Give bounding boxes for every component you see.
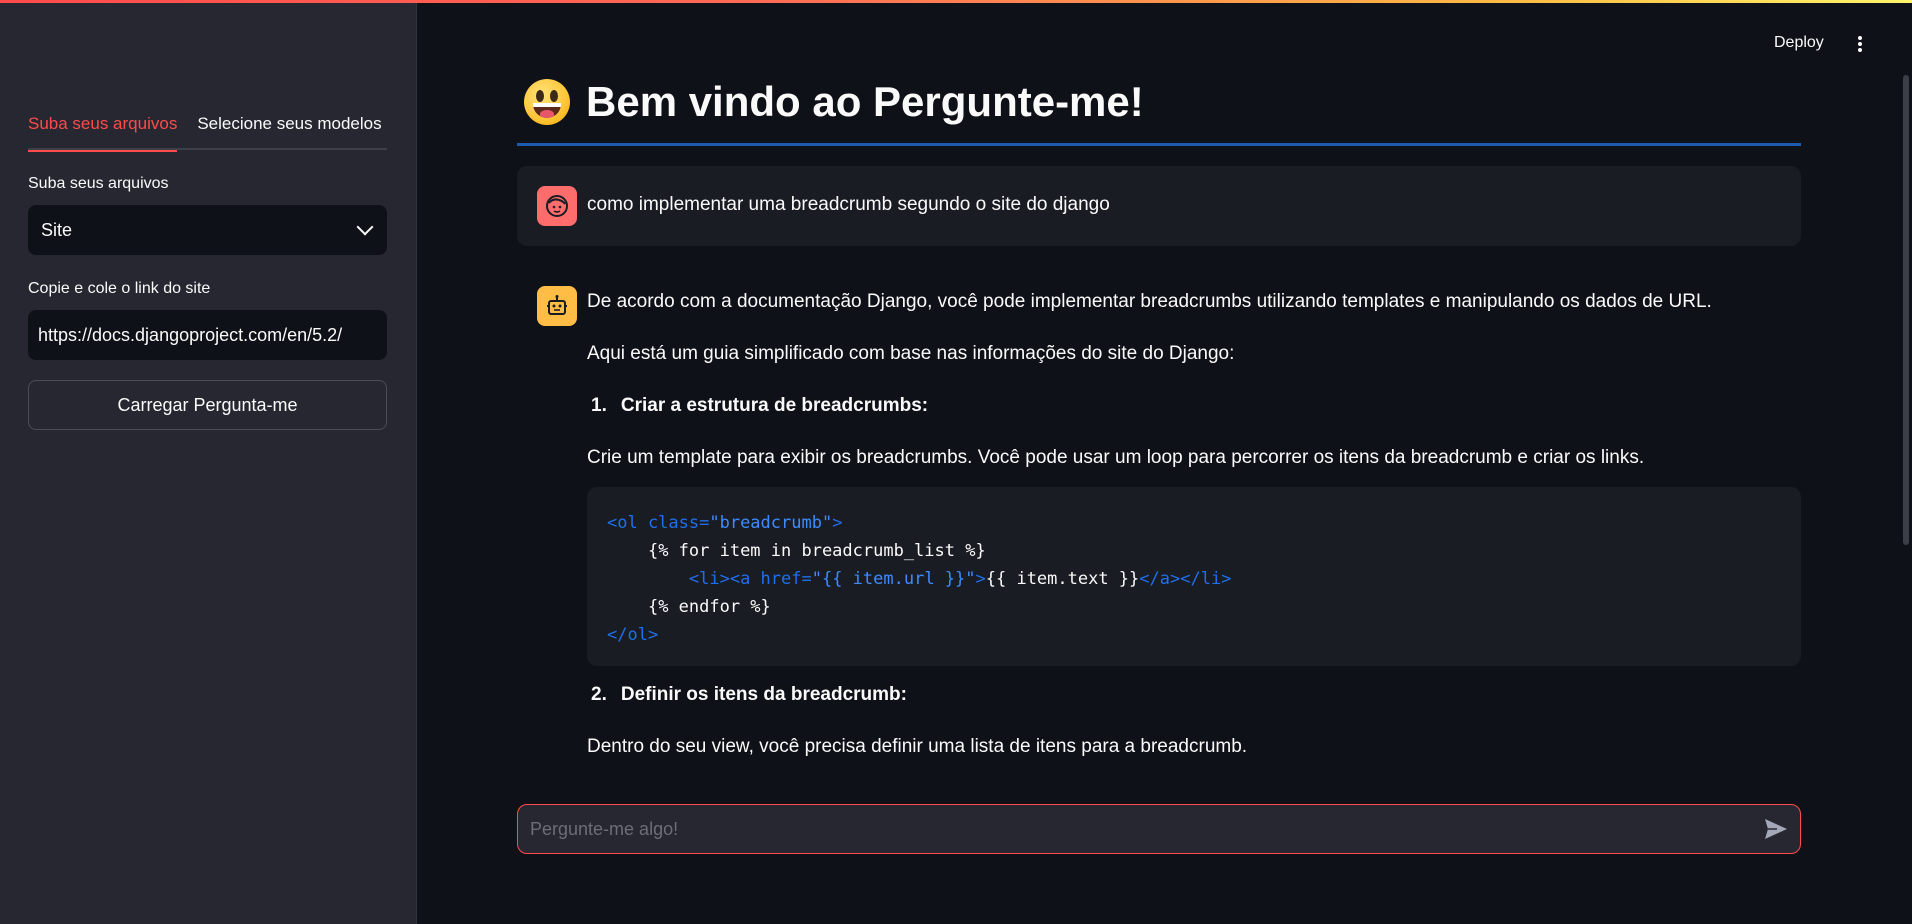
- bot-message: De acordo com a documentação Django, voc…: [587, 290, 1801, 759]
- title-divider: [517, 143, 1801, 146]
- scrollbar-thumb[interactable]: [1903, 75, 1909, 545]
- source-select-value: Site: [41, 219, 73, 240]
- user-message-text: como implementar uma breadcrumb segundo …: [587, 194, 1110, 215]
- chevron-down-icon: [356, 218, 374, 236]
- link-label: Copie e cole o link do site: [28, 280, 211, 297]
- load-button[interactable]: Carregar Pergunta-me: [28, 380, 387, 430]
- upload-label: Suba seus arquivos: [28, 175, 169, 192]
- bot-intro-text: De acordo com a documentação Django, voc…: [587, 291, 1712, 312]
- step-1-number: 1.: [591, 395, 607, 416]
- page-title: Bem vindo ao Pergunte-me!: [586, 78, 1144, 125]
- step-1-text: Crie um template para exibir os breadcru…: [587, 447, 1645, 468]
- code-line: </ol>: [607, 625, 659, 645]
- kebab-menu-icon[interactable]: [1855, 34, 1865, 54]
- chat-input[interactable]: [528, 805, 1728, 853]
- link-input[interactable]: [28, 310, 387, 360]
- bot-guide-text: Aqui está um guia simplificado com base …: [587, 343, 1235, 364]
- code-line: {% endfor %}: [647, 597, 771, 617]
- deploy-button[interactable]: Deploy: [1774, 34, 1824, 52]
- user-avatar-icon: [537, 186, 577, 226]
- code-line: <ol class="breadcrumb">: [607, 513, 843, 533]
- main-scrollbar[interactable]: [1903, 75, 1909, 545]
- tab-select-models[interactable]: Selecione seus modelos: [197, 104, 381, 150]
- chat-input-container: [517, 804, 1801, 854]
- code-block[interactable]: <ol class="breadcrumb"> {% for item in b…: [587, 487, 1801, 666]
- top-decoration-bar: [0, 0, 1912, 3]
- step-1-title: Criar a estrutura de breadcrumbs:: [620, 395, 929, 416]
- tab-upload-files[interactable]: Suba seus arquivos: [28, 104, 178, 152]
- kebab-dot: [1858, 42, 1862, 46]
- kebab-dot: [1858, 36, 1862, 40]
- code-line: {% for item in breadcrumb_list %}: [647, 541, 986, 561]
- source-select[interactable]: Site: [28, 205, 387, 255]
- sidebar: Suba seus arquivos Selecione seus modelo…: [0, 0, 417, 924]
- title-row: Bem vindo ao Pergunte-me!: [524, 78, 1144, 126]
- sidebar-tabs: Suba seus arquivos Selecione seus modelo…: [28, 104, 387, 152]
- code-line: <li><a href="{{ item.url }}">{{ item.tex…: [688, 569, 1232, 589]
- step-1-heading: 1. Criar a estrutura de breadcrumbs:: [591, 394, 1801, 418]
- kebab-dot: [1858, 48, 1862, 52]
- send-icon[interactable]: [1763, 817, 1789, 841]
- step-2-number: 2.: [591, 684, 607, 705]
- step-2-text: Dentro do seu view, você precisa definir…: [587, 736, 1248, 757]
- step-2-heading: 2. Definir os itens da breadcrumb:: [591, 683, 1801, 707]
- step-2-title: Definir os itens da breadcrumb:: [620, 684, 907, 705]
- bot-avatar-icon: [537, 286, 577, 326]
- grinning-face-icon: [524, 79, 570, 125]
- user-message: como implementar uma breadcrumb segundo …: [517, 166, 1801, 246]
